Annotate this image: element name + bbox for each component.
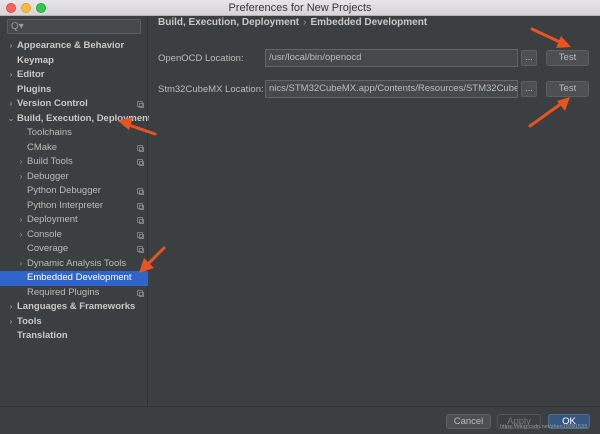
project-settings-icon (137, 231, 144, 239)
chevron-right-icon[interactable]: › (7, 97, 15, 112)
tree-item[interactable]: Toolchains (0, 126, 148, 141)
tree-item-label: Dynamic Analysis Tools (27, 257, 127, 269)
project-settings-icon (137, 144, 144, 152)
tree-item[interactable]: › Console (0, 228, 148, 243)
tree-item[interactable]: Python Debugger (0, 184, 148, 199)
chevron-right-icon[interactable]: › (17, 228, 25, 243)
tree-item[interactable]: Keymap (0, 54, 148, 69)
settings-sidebar: Q▾ › Appearance & Behavior Keymap › Editor Pl… (0, 16, 152, 406)
tree-item-label: Toolchains (27, 127, 72, 138)
settings-search-input[interactable]: Q▾ (7, 19, 141, 34)
project-settings-icon (137, 246, 144, 253)
stm32cubemx-location-input[interactable]: nics/STM32CubeMX.app/Contents/Resources/… (265, 80, 518, 98)
tree-item-label: Build Tools (27, 156, 73, 167)
tree-item[interactable]: › Languages & Frameworks (0, 300, 148, 315)
tree-item-label: Version Control (17, 98, 88, 109)
tree-item[interactable]: › Appearance & Behavior (0, 39, 148, 54)
breadcrumb: Build, Execution, Deployment › Embedded De… (158, 17, 427, 28)
tree-item-label: Tools (17, 315, 42, 327)
tree-item-label: Debugger (27, 170, 69, 182)
tree-item-label: Deployment (27, 214, 78, 225)
tree-item[interactable]: › Editor (0, 68, 148, 83)
tree-item-label: Embedded Development (27, 272, 132, 283)
tree-item[interactable]: CMake (0, 141, 148, 156)
window-title: Preferences for New Projects (228, 2, 372, 14)
tree-item[interactable]: › Version Control (0, 97, 148, 112)
openocd-test-button[interactable]: Test (546, 50, 589, 66)
stm32cubemx-location-label: Stm32CubeMX Location: (158, 84, 264, 95)
tree-item[interactable]: Translation (0, 329, 148, 344)
breadcrumb-current: Embedded Development (310, 17, 428, 28)
project-settings-icon (137, 159, 144, 166)
breadcrumb-parent[interactable]: Build, Execution, Deployment (158, 17, 299, 28)
project-settings-icon (137, 202, 144, 210)
tree-item-label: Appearance & Behavior (17, 40, 125, 51)
tree-item-label: Python Debugger (27, 185, 101, 196)
tree-item[interactable]: › Dynamic Analysis Tools (0, 257, 148, 272)
tree-item[interactable]: Plugins (0, 83, 148, 98)
tree-item[interactable]: › Build Tools (0, 155, 148, 170)
watermark: https://blog.csdn.net/zhen19391533 (500, 424, 588, 430)
project-settings-icon (137, 289, 144, 297)
tree-item[interactable]: › Debugger (0, 170, 148, 185)
tree-item[interactable]: ⌄ Build, Execution, Deployment (0, 112, 152, 127)
tree-item-label: Editor (17, 69, 45, 80)
chevron-right-icon[interactable]: › (7, 300, 15, 315)
tree-item-label: Python Interpreter (27, 199, 104, 211)
chevron-down-icon[interactable]: ⌄ (7, 112, 15, 127)
chevron-right-icon[interactable]: › (17, 155, 25, 170)
tree-item[interactable]: Python Interpreter (0, 199, 148, 214)
chevron-right-icon[interactable]: › (17, 257, 25, 272)
tree-item-label: Coverage (27, 243, 69, 254)
tree-item-label: Languages & Frameworks (17, 301, 136, 312)
openocd-location-label: OpenOCD Location: (158, 53, 244, 64)
tree-item[interactable]: Coverage (0, 242, 148, 257)
title-bar: Preferences for New Projects (0, 0, 600, 16)
openocd-browse-button[interactable]: ... (521, 50, 537, 66)
tree-item-label: Translation (17, 330, 68, 341)
chevron-right-icon[interactable]: › (17, 213, 25, 228)
cancel-button[interactable]: Cancel (446, 414, 491, 429)
project-settings-icon (137, 101, 144, 108)
openocd-location-input[interactable]: /usr/local/bin/openocd (265, 49, 518, 67)
chevron-right-icon[interactable]: › (7, 68, 15, 83)
settings-content: Build, Execution, Deployment › Embedded De… (149, 16, 600, 406)
breadcrumb-separator: › (303, 17, 307, 28)
tree-item[interactable]: › Tools (0, 315, 148, 330)
search-icon: Q▾ (11, 21, 24, 32)
project-settings-icon (137, 188, 144, 195)
tree-item[interactable]: Required Plugins (0, 286, 148, 301)
chevron-right-icon[interactable]: › (7, 39, 15, 54)
tree-item-label: Required Plugins (27, 286, 100, 298)
tree-item[interactable]: › Deployment (0, 213, 148, 228)
tree-item-label: Build, Execution, Deployment (17, 112, 152, 124)
tree-item-label: CMake (27, 141, 58, 153)
chevron-right-icon[interactable]: › (17, 170, 25, 185)
preferences-window: Preferences for New Projects Q▾ › Appeara… (0, 0, 600, 434)
tree-item-label: Plugins (17, 83, 52, 95)
tree-item[interactable]: Embedded Development (0, 271, 148, 286)
project-settings-icon (137, 217, 144, 224)
tree-item-label: Keymap (17, 54, 54, 66)
stm32cubemx-browse-button[interactable]: ... (521, 81, 537, 97)
settings-tree: › Appearance & Behavior Keymap › Editor Plugi… (0, 39, 152, 344)
chevron-right-icon[interactable]: › (7, 315, 15, 330)
stm32cubemx-test-button[interactable]: Test (546, 81, 589, 97)
tree-item-label: Console (27, 228, 62, 240)
